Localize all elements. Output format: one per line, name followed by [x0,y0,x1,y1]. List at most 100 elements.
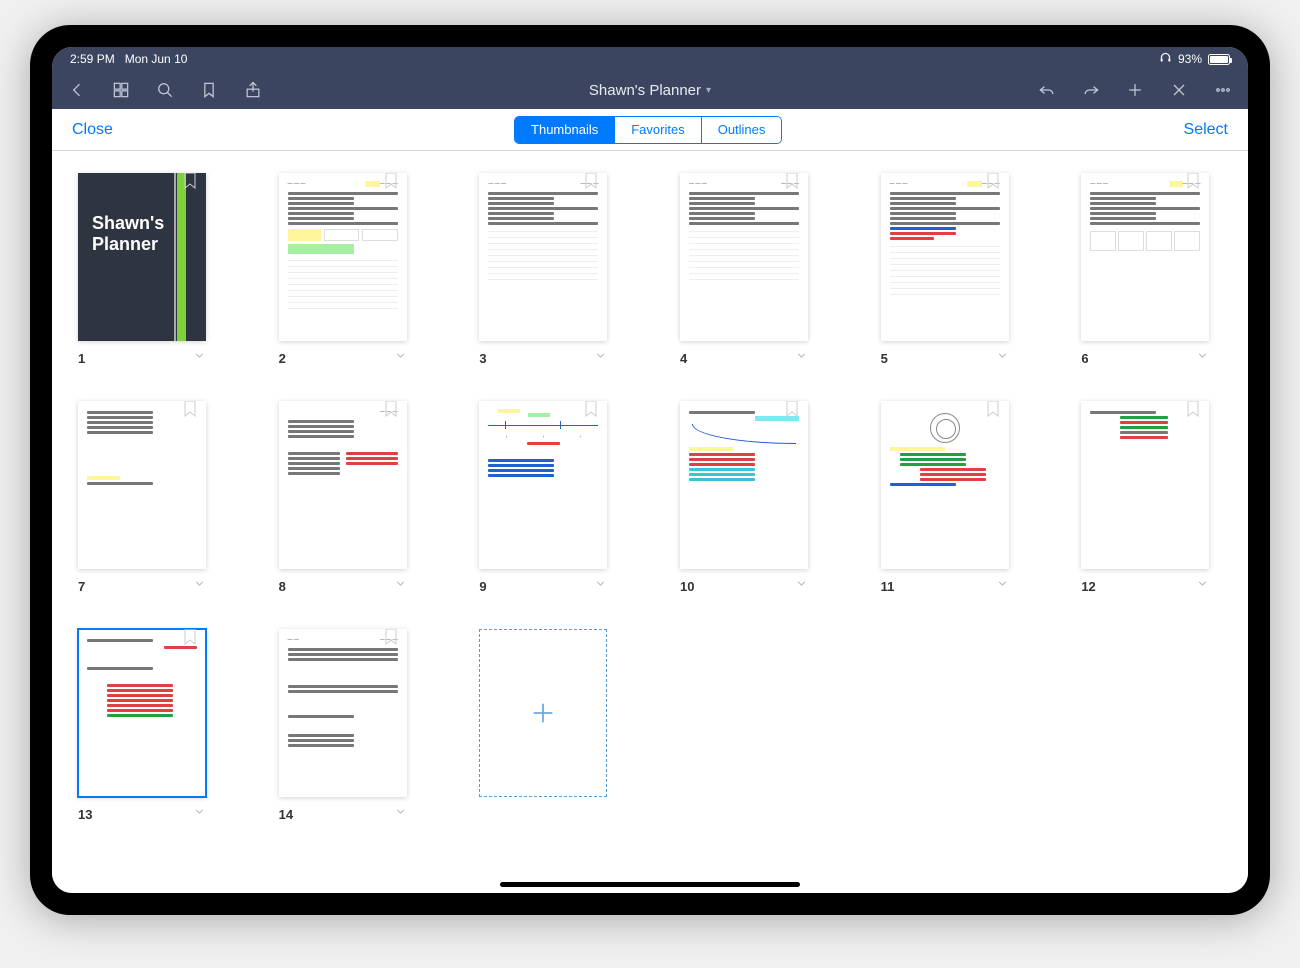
thumbnail-label-row: 12 [1081,577,1209,595]
thumbnail-label-row: 8 [279,577,407,595]
thumbnail-cell: 11 [881,401,1022,595]
headphones-icon [1159,51,1172,67]
page-number: 1 [78,351,85,366]
bookmark-button[interactable] [198,79,220,101]
thumbnail-label-row: 13 [78,805,206,823]
page-options-button[interactable] [996,577,1009,595]
bookmark-ribbon-icon [987,401,999,417]
more-button[interactable] [1212,79,1234,101]
page-options-button[interactable] [394,577,407,595]
grid-view-button[interactable] [110,79,132,101]
thumbnail-cell: Shawn'sPlanner 1 [78,173,219,367]
page-options-button[interactable] [594,577,607,595]
thumbnail-cell: 13 [78,629,219,823]
page-options-button[interactable] [193,349,206,367]
scissors-button[interactable] [1168,79,1190,101]
select-button[interactable]: Select [1184,121,1228,139]
page-number: 13 [78,807,92,822]
page-number: 6 [1081,351,1088,366]
bookmark-ribbon-icon [786,401,798,417]
screen: 2:59 PM Mon Jun 10 93% Shawn's Planner ▾ [52,47,1248,893]
chevron-down-icon: ▾ [706,85,711,96]
bookmark-ribbon-icon [385,401,397,417]
thumbnail-label-row: 3 [479,349,607,367]
page-options-button[interactable] [1196,349,1209,367]
bookmark-ribbon-icon [385,173,397,189]
thumbnail-cell: 10 [680,401,821,595]
page-options-button[interactable] [795,349,808,367]
page-thumbnail[interactable] [680,401,808,569]
thumbnail-label-row: 7 [78,577,206,595]
undo-button[interactable] [1036,79,1058,101]
page-number: 14 [279,807,293,822]
page-number: 2 [279,351,286,366]
add-page-button[interactable] [479,629,607,797]
page-thumbnail[interactable]: — — — — — — [1081,173,1209,341]
page-thumbnail[interactable]: — —— — — [279,629,407,797]
battery-percent: 93% [1178,52,1202,66]
thumbnail-label-row: 2 [279,349,407,367]
page-thumbnail[interactable] [1081,401,1209,569]
thumbnail-label-row: 6 [1081,349,1209,367]
bookmark-ribbon-icon [184,401,196,417]
thumbnail-cell: — — — — — — 6 [1081,173,1222,367]
page-thumbnail[interactable] [78,629,206,797]
page-thumbnail[interactable]: — — —— — — [479,173,607,341]
page-thumbnail[interactable] [881,401,1009,569]
tab-outlines[interactable]: Outlines [702,117,782,143]
document-title-dropdown[interactable]: Shawn's Planner ▾ [286,82,1014,99]
page-number: 8 [279,579,286,594]
plus-icon [529,699,557,727]
ipad-bezel: 2:59 PM Mon Jun 10 93% Shawn's Planner ▾ [30,25,1270,915]
page-number: 5 [881,351,888,366]
thumbnail-cell: — — —— — —4 [680,173,821,367]
close-button[interactable]: Close [72,121,113,139]
page-options-button[interactable] [394,349,407,367]
status-bar: 2:59 PM Mon Jun 10 93% [52,47,1248,71]
thumbnail-label-row: 1 [78,349,206,367]
thumbnail-cell: 7 [78,401,219,595]
thumbnail-label-row: 10 [680,577,808,595]
page-thumbnail[interactable]: — — — [279,401,407,569]
tab-favorites[interactable]: Favorites [615,117,701,143]
page-options-button[interactable] [193,805,206,823]
page-thumbnail[interactable]: Shawn'sPlanner [78,173,206,341]
bookmark-ribbon-icon [184,173,196,189]
bookmark-ribbon-icon [585,173,597,189]
page-number: 10 [680,579,694,594]
page-options-button[interactable] [594,349,607,367]
thumbnail-cell: — —— — — 14 [279,629,420,823]
thumbnail-cell: — — — — — — 2 [279,173,420,367]
share-button[interactable] [242,79,264,101]
back-button[interactable] [66,79,88,101]
add-button[interactable] [1124,79,1146,101]
thumbnail-label-row: 5 [881,349,1009,367]
thumbnail-grid-scroll[interactable]: Shawn'sPlanner 1 — — — — — — 2 — — —— — — 3 — … [52,151,1248,893]
bookmark-ribbon-icon [987,173,999,189]
page-number: 7 [78,579,85,594]
tab-thumbnails[interactable]: Thumbnails [515,117,615,143]
page-thumbnail[interactable] [78,401,206,569]
document-title: Shawn's Planner [589,82,701,99]
redo-button[interactable] [1080,79,1102,101]
page-options-button[interactable] [996,349,1009,367]
thumbnail-browser-header: Close Thumbnails Favorites Outlines Sele… [52,109,1248,151]
status-date: Mon Jun 10 [125,52,188,66]
home-indicator[interactable] [500,882,800,887]
thumbnail-label-row: 14 [279,805,407,823]
page-options-button[interactable] [193,577,206,595]
thumbnail-label-row: 11 [881,577,1009,595]
bookmark-ribbon-icon [585,401,597,417]
page-options-button[interactable] [795,577,808,595]
thumbnail-grid: Shawn'sPlanner 1 — — — — — — 2 — — —— — — 3 — … [78,173,1222,823]
page-thumbnail[interactable]: — — —— — — [680,173,808,341]
page-options-button[interactable] [1196,577,1209,595]
search-button[interactable] [154,79,176,101]
page-thumbnail[interactable]: — — — — — — [881,173,1009,341]
view-mode-segmented-control: Thumbnails Favorites Outlines [514,116,782,144]
thumbnail-cell [479,629,620,823]
bookmark-ribbon-icon [385,629,397,645]
page-options-button[interactable] [394,805,407,823]
page-thumbnail[interactable]: ↑↑↑ [479,401,607,569]
page-thumbnail[interactable]: — — — — — — [279,173,407,341]
